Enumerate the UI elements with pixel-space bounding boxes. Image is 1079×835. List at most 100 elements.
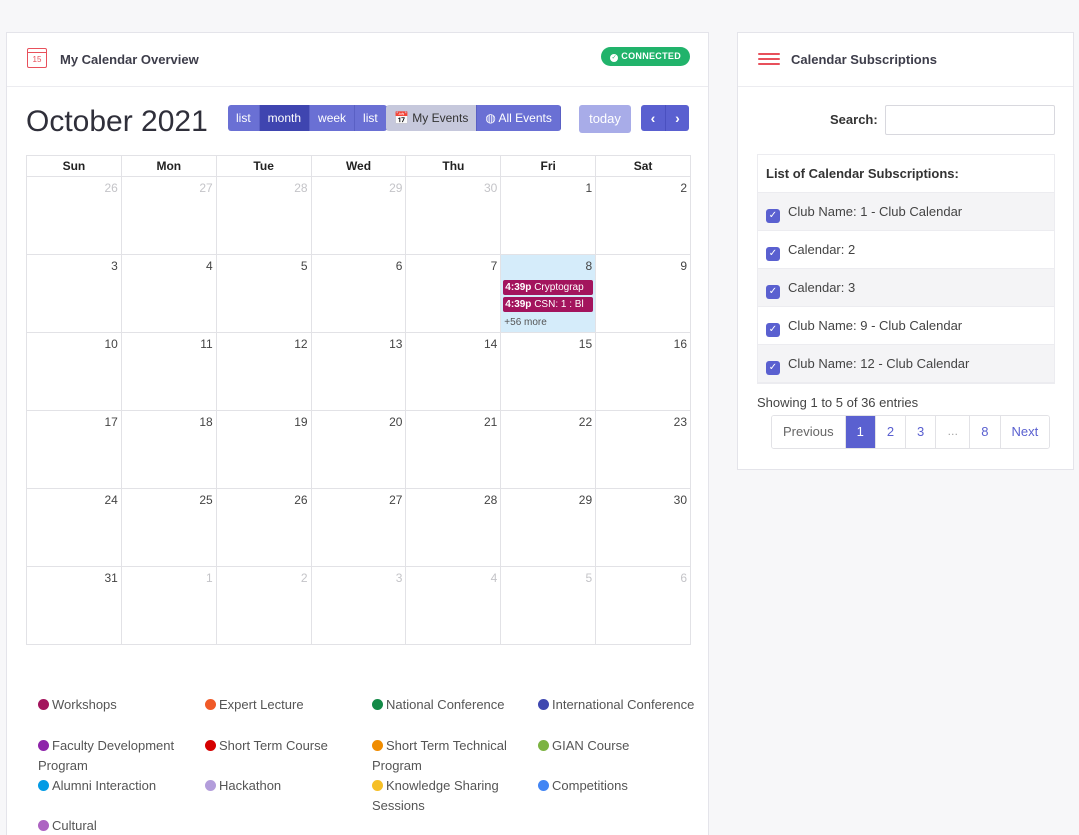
day-cell[interactable]: 11 <box>121 333 217 411</box>
day-number: 4 <box>490 571 498 585</box>
day-cell[interactable]: 6 <box>311 255 407 333</box>
view-week-button[interactable]: week <box>310 105 356 131</box>
day-cell[interactable]: 2 <box>216 567 312 645</box>
day-cell[interactable]: 12 <box>216 333 312 411</box>
legend-color-dot <box>372 740 383 751</box>
week-row: 31 1 2 3 4 5 6 <box>27 567 692 645</box>
today-button[interactable]: today <box>579 105 631 133</box>
checkbox[interactable]: ✓ <box>766 285 780 299</box>
day-number: 9 <box>680 259 688 273</box>
subscription-row: ✓ Club Name: 12 - Club Calendar <box>758 345 1054 383</box>
day-cell[interactable]: 30 <box>596 489 692 567</box>
day-cell[interactable]: 29 <box>501 489 597 567</box>
day-number: 7 <box>490 259 498 273</box>
pagination-next[interactable]: Next <box>1000 416 1050 448</box>
legend-color-dot <box>538 780 549 791</box>
day-cell[interactable]: 10 <box>27 333 122 411</box>
day-cell[interactable]: 18 <box>121 411 217 489</box>
day-cell[interactable]: 3 <box>27 255 122 333</box>
day-number: 1 <box>585 181 593 195</box>
subscriptions-table: List of Calendar Subscriptions: ✓ Club Na… <box>757 154 1055 384</box>
checkbox[interactable]: ✓ <box>766 361 780 375</box>
day-cell[interactable]: 13 <box>311 333 407 411</box>
legend-item: Hackathon <box>205 776 365 796</box>
day-cell[interactable]: 1 <box>501 177 597 255</box>
view-list-button[interactable]: list <box>228 105 260 131</box>
day-cell[interactable]: 30 <box>406 177 502 255</box>
chevron-right-icon: › <box>675 110 680 126</box>
day-cell[interactable]: 27 <box>121 177 217 255</box>
day-cell[interactable]: 4 <box>406 567 502 645</box>
day-cell[interactable]: 3 <box>311 567 407 645</box>
checkbox[interactable]: ✓ <box>766 209 780 223</box>
day-cell[interactable]: 27 <box>311 489 407 567</box>
view-list-2-button[interactable]: list <box>355 105 387 131</box>
day-cell[interactable]: 7 <box>406 255 502 333</box>
pagination-previous[interactable]: Previous <box>772 416 846 448</box>
prev-month-button[interactable]: ‹ <box>641 105 665 131</box>
day-cell[interactable]: 24 <box>27 489 122 567</box>
day-number: 17 <box>104 415 118 429</box>
checkbox[interactable]: ✓ <box>766 247 780 261</box>
more-events-link[interactable]: +56 more <box>504 317 547 328</box>
subscription-row: ✓ Club Name: 9 - Club Calendar <box>758 307 1054 345</box>
day-cell[interactable]: 1 <box>121 567 217 645</box>
day-cell[interactable]: 21 <box>406 411 502 489</box>
day-cell[interactable]: 5 <box>501 567 597 645</box>
day-cell[interactable]: 5 <box>216 255 312 333</box>
subscription-label: Club Name: 1 - Club Calendar <box>788 204 963 219</box>
day-cell[interactable]: 28 <box>406 489 502 567</box>
day-cell[interactable]: 14 <box>406 333 502 411</box>
day-cell[interactable]: 20 <box>311 411 407 489</box>
day-cell[interactable]: 4 <box>121 255 217 333</box>
calendar-event[interactable]: 4:39p Cryptograp <box>503 280 594 295</box>
legend-item: Faculty Development Program <box>38 736 198 776</box>
day-cell[interactable]: 26 <box>27 177 122 255</box>
day-cell[interactable]: 15 <box>501 333 597 411</box>
pagination-page[interactable]: 3 <box>906 416 937 448</box>
pagination-page[interactable]: 8 <box>970 416 1001 448</box>
day-cell[interactable]: 22 <box>501 411 597 489</box>
week-row: 24 25 26 27 28 29 30 <box>27 489 692 567</box>
view-switcher: list month week list <box>228 105 387 131</box>
subscription-label: Calendar: 2 <box>788 242 856 257</box>
day-cell[interactable]: 29 <box>311 177 407 255</box>
day-cell[interactable]: 17 <box>27 411 122 489</box>
pagination-page[interactable]: 1 <box>845 416 876 448</box>
day-cell[interactable]: 23 <box>596 411 692 489</box>
day-cell[interactable]: 26 <box>216 489 312 567</box>
all-events-button[interactable]: ◍ All Events <box>477 105 561 131</box>
search-input[interactable] <box>885 105 1055 135</box>
grid-weeks: 26 27 28 29 30 1 2 3 4 5 6 7 8 4:39p Cryptograp 4:39p … <box>27 177 692 645</box>
day-cell[interactable]: 6 <box>596 567 692 645</box>
day-number: 28 <box>294 181 308 195</box>
calendar-event[interactable]: 4:39p CSN: 1 : Bl <box>503 297 594 312</box>
next-month-button[interactable]: › <box>665 105 689 131</box>
day-cell[interactable]: 31 <box>27 567 122 645</box>
day-cell[interactable]: 16 <box>596 333 692 411</box>
day-cell[interactable]: 2 <box>596 177 692 255</box>
card-title: My Calendar Overview <box>60 52 199 67</box>
day-number: 16 <box>673 337 688 351</box>
day-number: 25 <box>199 493 213 507</box>
check-icon: ✓ <box>610 54 619 62</box>
legend-item: Workshops <box>38 695 198 715</box>
weekday-label: Wed <box>311 156 407 177</box>
legend-color-dot <box>38 740 49 751</box>
day-cell[interactable]: 25 <box>121 489 217 567</box>
subscription-row: ✓ Calendar: 2 <box>758 231 1054 269</box>
day-cell[interactable]: 9 <box>596 255 692 333</box>
view-month-button[interactable]: month <box>259 105 311 131</box>
day-cell[interactable]: 28 <box>216 177 312 255</box>
pagination: Previous 1 2 3 … 8 Next <box>771 415 1051 449</box>
day-number: 18 <box>199 415 213 429</box>
day-cell[interactable]: 8 4:39p Cryptograp 4:39p CSN: 1 : Bl +56 mo… <box>501 255 597 333</box>
checkbox[interactable]: ✓ <box>766 323 780 337</box>
my-events-button[interactable]: 📅 My Events <box>386 105 478 131</box>
pagination-page[interactable]: 2 <box>875 416 907 448</box>
legend-item: Knowledge Sharing Sessions <box>372 776 532 816</box>
legend-label: GIAN Course <box>552 738 630 753</box>
day-cell[interactable]: 19 <box>216 411 312 489</box>
weekday-label: Mon <box>121 156 217 177</box>
entries-info: Showing 1 to 5 of 36 entries <box>757 395 919 410</box>
